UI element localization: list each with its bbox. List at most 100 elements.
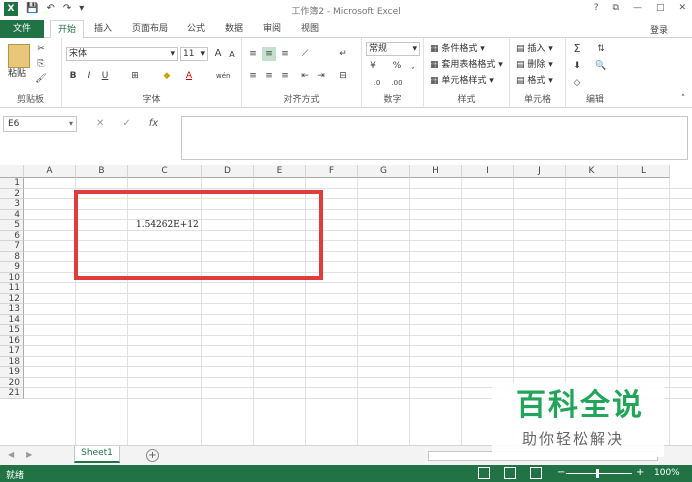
autosum-button[interactable]: Σ	[570, 42, 584, 56]
zoom-slider-thumb[interactable]	[596, 469, 599, 478]
maximize-icon[interactable]: □	[656, 3, 665, 13]
row-header-1[interactable]: 1	[0, 178, 24, 189]
collapse-ribbon-icon[interactable]: ˄	[676, 92, 690, 106]
login-link[interactable]: 登录	[650, 23, 668, 36]
underline-button[interactable]: U	[98, 69, 112, 83]
sort-filter-icon[interactable]: ⇅	[594, 42, 608, 56]
tab-home[interactable]: 开始	[50, 20, 84, 39]
currency-icon[interactable]: ¥	[366, 59, 380, 73]
enter-icon[interactable]: ✓	[122, 116, 130, 132]
row-header-21[interactable]: 21	[0, 388, 24, 399]
column-header-l[interactable]: L	[618, 165, 670, 178]
format-as-table-button[interactable]: ▦ 套用表格格式 ▾	[430, 59, 503, 71]
zoom-in-button[interactable]: +	[636, 467, 644, 478]
row-header-20[interactable]: 20	[0, 377, 24, 388]
column-header-i[interactable]: I	[462, 165, 514, 178]
tab-formulas[interactable]: 公式	[182, 20, 210, 38]
row-header-16[interactable]: 16	[0, 335, 24, 346]
column-header-g[interactable]: G	[358, 165, 410, 178]
find-select-icon[interactable]: 🔍	[594, 59, 608, 73]
font-color-button[interactable]: A	[182, 69, 196, 83]
phonetic-button[interactable]: wén	[216, 69, 230, 83]
increase-decimal-icon[interactable]: .0	[370, 76, 384, 90]
column-header-c[interactable]: C	[128, 165, 202, 178]
select-all-corner[interactable]	[0, 165, 24, 178]
minimize-icon[interactable]: —	[633, 3, 642, 13]
normal-view-icon[interactable]	[478, 467, 490, 479]
cell-styles-button[interactable]: ▦ 单元格样式 ▾	[430, 75, 494, 87]
decrease-indent-icon[interactable]: ⇤	[298, 69, 312, 83]
tab-insert[interactable]: 插入	[88, 20, 118, 38]
align-right-icon[interactable]: ≡	[278, 69, 292, 83]
align-left-icon[interactable]: ≡	[246, 69, 260, 83]
italic-button[interactable]: I	[82, 69, 96, 83]
row-header-15[interactable]: 15	[0, 325, 24, 336]
row-header-5[interactable]: 5	[0, 220, 24, 231]
format-painter-icon[interactable]: 🖌	[34, 72, 48, 86]
insert-cells-button[interactable]: ▤ 插入 ▾	[516, 43, 553, 55]
column-header-a[interactable]: A	[24, 165, 76, 178]
row-header-7[interactable]: 7	[0, 241, 24, 252]
row-header-12[interactable]: 12	[0, 293, 24, 304]
tab-view[interactable]: 视图	[296, 20, 324, 38]
format-cells-button[interactable]: ▤ 格式 ▾	[516, 75, 553, 87]
percent-button[interactable]: %	[390, 59, 404, 73]
add-sheet-button[interactable]: +	[146, 449, 159, 462]
prev-sheet-icon[interactable]: ◀	[8, 450, 14, 459]
align-middle-icon[interactable]: ≡	[262, 47, 276, 61]
align-bottom-icon[interactable]: ≡	[278, 47, 292, 61]
column-header-j[interactable]: J	[514, 165, 566, 178]
grow-font-button[interactable]: A	[211, 47, 225, 61]
fill-icon[interactable]: ⬇	[570, 59, 584, 73]
tab-review[interactable]: 审阅	[258, 20, 286, 38]
sheet-tab-sheet1[interactable]: Sheet1	[74, 446, 120, 463]
row-header-11[interactable]: 11	[0, 283, 24, 294]
font-name-select[interactable]: 宋体 ▾	[66, 47, 178, 61]
comma-button[interactable]: ,	[406, 59, 420, 73]
page-break-view-icon[interactable]	[530, 467, 542, 479]
row-header-4[interactable]: 4	[0, 209, 24, 220]
zoom-out-button[interactable]: −	[557, 467, 565, 478]
tab-file[interactable]: 文件	[0, 20, 44, 38]
fill-color-icon[interactable]: ◆	[160, 69, 174, 83]
row-header-19[interactable]: 19	[0, 367, 24, 378]
cut-icon[interactable]: ✂	[34, 42, 48, 56]
row-header-9[interactable]: 9	[0, 262, 24, 273]
close-icon[interactable]: ✕	[678, 3, 686, 13]
row-header-13[interactable]: 13	[0, 304, 24, 315]
tab-data[interactable]: 数据	[220, 20, 248, 38]
conditional-formatting-button[interactable]: ▦ 条件格式 ▾	[430, 43, 485, 55]
help-icon[interactable]: ?	[594, 3, 599, 13]
insert-function-icon[interactable]: fx	[149, 116, 158, 132]
column-header-d[interactable]: D	[202, 165, 254, 178]
row-header-6[interactable]: 6	[0, 230, 24, 241]
row-header-8[interactable]: 8	[0, 251, 24, 262]
column-header-k[interactable]: K	[566, 165, 618, 178]
row-header-18[interactable]: 18	[0, 356, 24, 367]
row-header-14[interactable]: 14	[0, 314, 24, 325]
number-format-select[interactable]: 常规 ▾	[366, 42, 420, 56]
orientation-icon[interactable]: ⟋	[298, 47, 312, 61]
row-header-10[interactable]: 10	[0, 272, 24, 283]
zoom-level[interactable]: 100%	[654, 468, 680, 478]
formula-input[interactable]	[181, 116, 688, 160]
next-sheet-icon[interactable]: ▶	[26, 450, 32, 459]
name-box[interactable]: E6 ▾	[3, 116, 77, 132]
copy-icon[interactable]: ⎘	[34, 57, 48, 71]
column-header-b[interactable]: B	[76, 165, 128, 178]
row-header-2[interactable]: 2	[0, 188, 24, 199]
column-header-f[interactable]: F	[306, 165, 358, 178]
paste-button[interactable]: 粘贴	[8, 68, 26, 80]
row-header-17[interactable]: 17	[0, 346, 24, 357]
column-header-e[interactable]: E	[254, 165, 306, 178]
cancel-icon[interactable]: ✕	[96, 116, 104, 132]
merge-center-icon[interactable]: ⊟	[336, 69, 350, 83]
tab-page-layout[interactable]: 页面布局	[126, 20, 174, 38]
bold-button[interactable]: B	[66, 69, 80, 83]
wrap-text-icon[interactable]: ↵	[336, 47, 350, 61]
page-layout-view-icon[interactable]	[504, 467, 516, 479]
row-header-3[interactable]: 3	[0, 199, 24, 210]
align-center-icon[interactable]: ≡	[262, 69, 276, 83]
increase-indent-icon[interactable]: ⇥	[314, 69, 328, 83]
font-size-select[interactable]: 11 ▾	[180, 47, 208, 61]
